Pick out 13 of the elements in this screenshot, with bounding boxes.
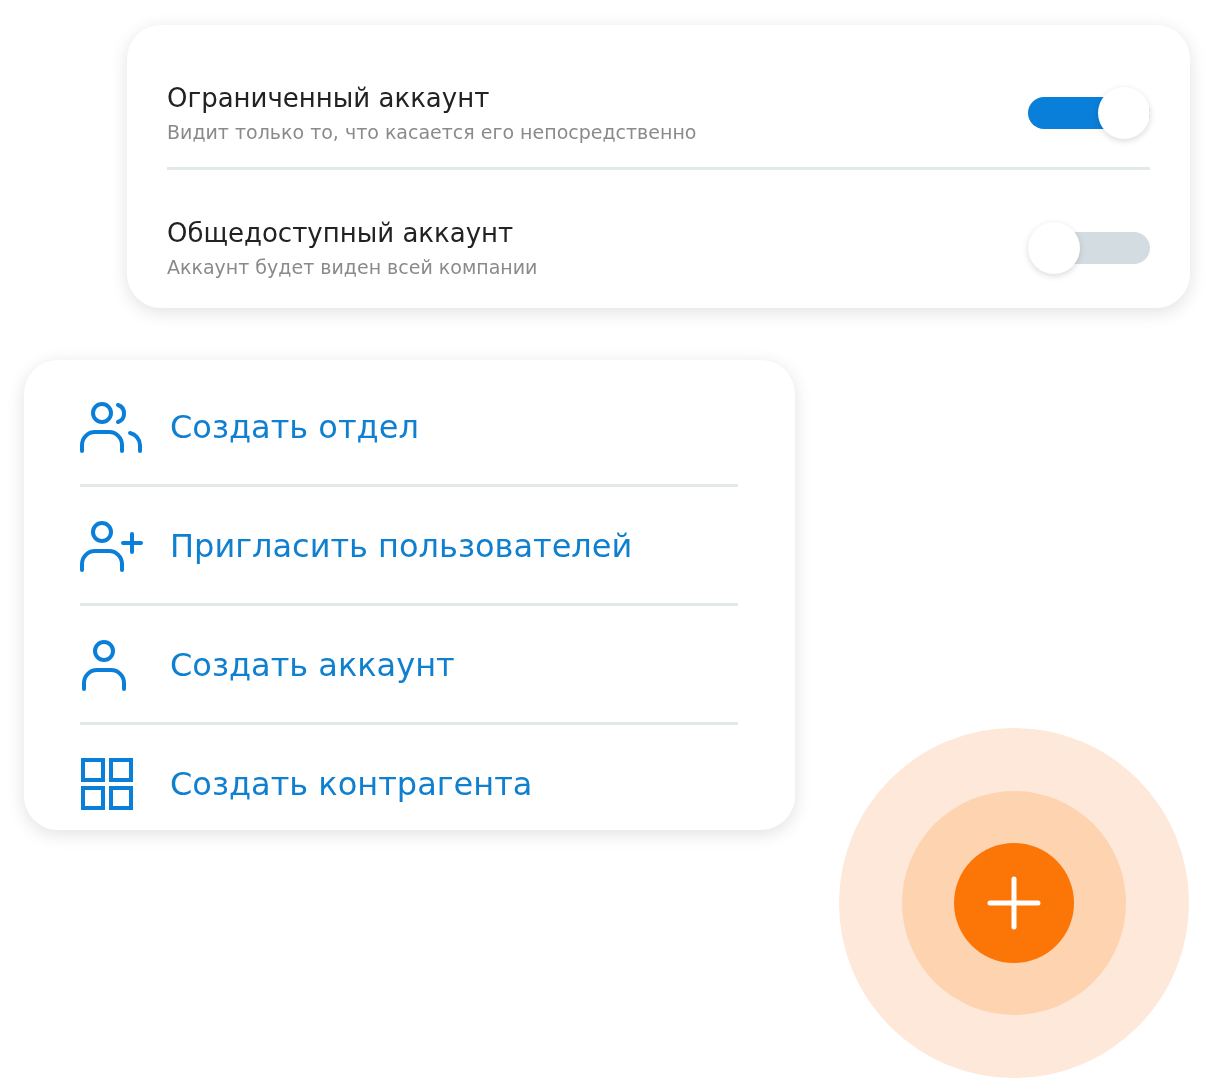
- menu-item[interactable]: Создать контрагента: [80, 737, 738, 831]
- group-icon: [80, 401, 144, 453]
- menu-item[interactable]: Пригласить пользователей: [80, 499, 738, 593]
- menu-item[interactable]: Создать отдел: [80, 380, 738, 474]
- setting-title: Общедоступный аккаунт: [167, 218, 515, 248]
- toggle-switch[interactable]: [1028, 87, 1150, 139]
- setting-title: Ограниченный аккаунт: [167, 83, 491, 113]
- plus-icon: [987, 876, 1041, 930]
- toggle-switch[interactable]: [1028, 222, 1150, 274]
- add-user-icon: [80, 520, 144, 572]
- setting-description: Видит только то, что касается его непосредственно: [167, 121, 697, 143]
- setting-description: Аккаунт будет виден всей компании: [167, 256, 538, 278]
- menu-item[interactable]: Создать аккаунт: [80, 618, 738, 712]
